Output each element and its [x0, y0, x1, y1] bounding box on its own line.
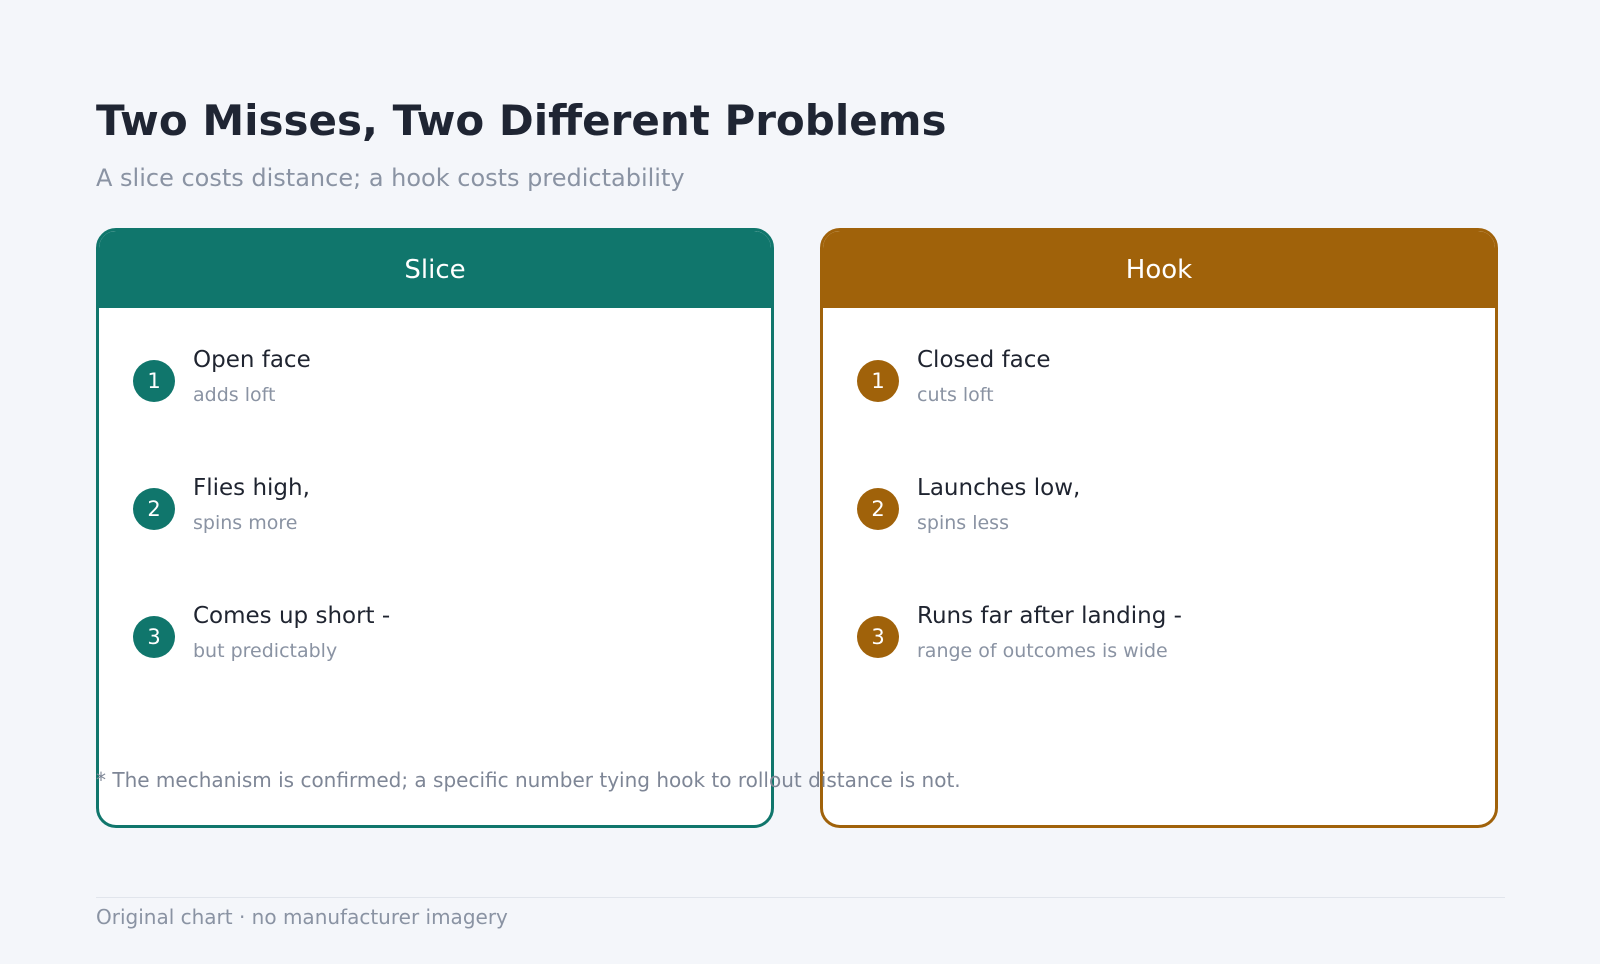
step-title: Runs far after landing -	[917, 603, 1182, 629]
step-number-badge: 3	[133, 616, 175, 658]
step-number-badge: 1	[857, 360, 899, 402]
hook-panel: Hook 1 Closed face cuts loft 2 Launches …	[820, 228, 1498, 828]
step-number-badge: 3	[857, 616, 899, 658]
step-number-badge: 1	[133, 360, 175, 402]
step-detail: cuts loft	[917, 384, 994, 406]
step-detail: spins less	[917, 512, 1009, 534]
hook-panel-header: Hook	[823, 231, 1495, 308]
step-number-badge: 2	[133, 488, 175, 530]
step-title: Flies high,	[193, 475, 310, 501]
step-title: Comes up short -	[193, 603, 391, 629]
step-title: Launches low,	[917, 475, 1081, 501]
step-detail: range of outcomes is wide	[917, 640, 1168, 662]
step-number-badge: 2	[857, 488, 899, 530]
divider	[96, 897, 1505, 898]
page-title: Two Misses, Two Different Problems	[96, 96, 947, 145]
step-detail: adds loft	[193, 384, 276, 406]
slice-panel-header: Slice	[99, 231, 771, 308]
step-title: Open face	[193, 347, 311, 373]
footnote: * The mechanism is confirmed; a specific…	[96, 768, 961, 792]
step-title: Closed face	[917, 347, 1051, 373]
source-note: Original chart · no manufacturer imagery	[96, 905, 508, 929]
slice-panel: Slice 1 Open face adds loft 2 Flies high…	[96, 228, 774, 828]
page-subtitle: A slice costs distance; a hook costs pre…	[96, 164, 685, 192]
step-detail: spins more	[193, 512, 298, 534]
step-detail: but predictably	[193, 640, 338, 662]
